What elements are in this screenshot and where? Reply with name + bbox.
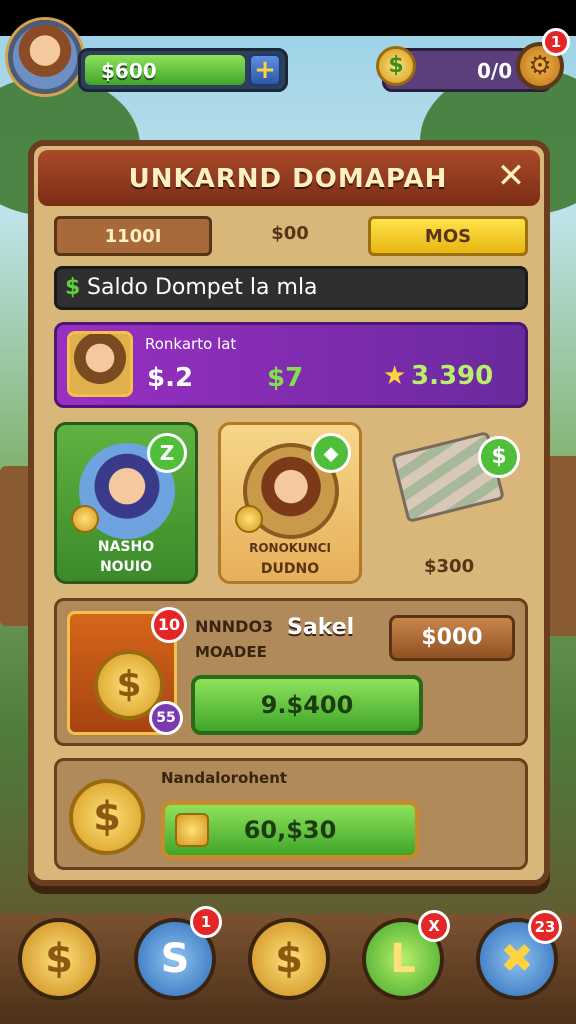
reward-claim-button[interactable]: 60,$30 bbox=[161, 801, 419, 859]
player-avatar[interactable] bbox=[8, 20, 82, 94]
item-2-line2: DUDNO bbox=[260, 561, 320, 577]
featured-value-2: $7 bbox=[267, 363, 304, 393]
tab-1[interactable]: 1100I bbox=[54, 216, 212, 256]
wallet-balance-bar: $ Saldo Dompet la mla bbox=[54, 266, 528, 310]
item-2-badge: ⬥ bbox=[311, 433, 351, 473]
coin-icon bbox=[71, 505, 99, 533]
wallet-text: Saldo Dompet la mla bbox=[87, 275, 318, 300]
cash-bar: $600 + bbox=[78, 48, 288, 92]
coin-icon: $ bbox=[69, 779, 145, 855]
panel-title: UNKARND DOMAPAH bbox=[128, 164, 448, 194]
coin-icon: $ bbox=[376, 46, 416, 86]
nav-profile-badge: 1 bbox=[190, 906, 222, 938]
reward-card: Nandalorohent $ 60,$30 bbox=[54, 758, 528, 870]
offer-small-badge: 55 bbox=[149, 701, 183, 735]
item-1-line2: NOUIO bbox=[99, 559, 153, 575]
cash-value: $600 bbox=[101, 59, 157, 83]
nav-shop-button[interactable]: $ bbox=[248, 918, 330, 1000]
coin-icon bbox=[235, 505, 263, 533]
reward-label: Nandalorohent bbox=[161, 769, 288, 787]
tab-3[interactable]: MOS bbox=[368, 216, 528, 256]
wallet-dollar-icon: $ bbox=[65, 275, 81, 300]
offer-card: $ 10 55 NNNDO3 Sakel MOADEE $000 9.$400 bbox=[54, 598, 528, 746]
coin-value: 0/0 bbox=[477, 59, 513, 83]
offer-price-button[interactable]: $000 bbox=[389, 615, 515, 661]
featured-card[interactable]: Ronkarto lat $.2 $7 ★ 3.390 bbox=[54, 322, 528, 408]
offer-subtitle: MOADEE bbox=[195, 643, 267, 661]
offer-buy-button[interactable]: 9.$400 bbox=[191, 675, 423, 735]
item-3-badge: $ bbox=[478, 436, 520, 478]
item-1-line1: NASHO bbox=[97, 539, 155, 555]
wallet-panel: UNKARND DOMAPAH ✕ 1100I $00 MOS $ Saldo … bbox=[28, 140, 550, 886]
close-icon[interactable]: ✕ bbox=[492, 158, 530, 196]
nav-level-badge: X bbox=[418, 910, 450, 942]
panel-header: UNKARND DOMAPAH ✕ bbox=[38, 150, 540, 206]
add-cash-button[interactable]: + bbox=[249, 54, 281, 86]
featured-value-3: 3.390 bbox=[411, 361, 494, 391]
item-3-label: $300 bbox=[424, 556, 475, 577]
offer-title: NNNDO3 bbox=[195, 617, 274, 636]
nav-coins-button[interactable]: $ bbox=[18, 918, 100, 1000]
shop-item-2[interactable]: ⬥ RONOKUNCI DUDNO bbox=[218, 422, 362, 584]
featured-label: Ronkarto lat bbox=[145, 335, 237, 353]
top-bar: $600 + 0/0 $ ⚙ 1 bbox=[0, 10, 576, 100]
reward-button-label: 60,$30 bbox=[243, 816, 337, 844]
tab-2[interactable]: $00 bbox=[230, 216, 350, 256]
star-icon: ★ bbox=[383, 361, 407, 391]
item-2-line1: RONOKUNCI bbox=[249, 541, 331, 555]
offer-count-badge: 10 bbox=[151, 607, 187, 643]
offer-title-2: Sakel bbox=[287, 615, 355, 640]
settings-notification-badge: 1 bbox=[542, 28, 570, 56]
shop-item-1[interactable]: Z NASHO NOUIO bbox=[54, 422, 198, 584]
featured-avatar bbox=[67, 331, 133, 397]
shop-item-3[interactable]: $ $300 bbox=[384, 422, 528, 584]
featured-value-1: $.2 bbox=[147, 363, 194, 393]
coin-icon bbox=[175, 813, 209, 847]
item-1-badge: Z bbox=[147, 433, 187, 473]
nav-tools-badge: 23 bbox=[528, 910, 562, 944]
